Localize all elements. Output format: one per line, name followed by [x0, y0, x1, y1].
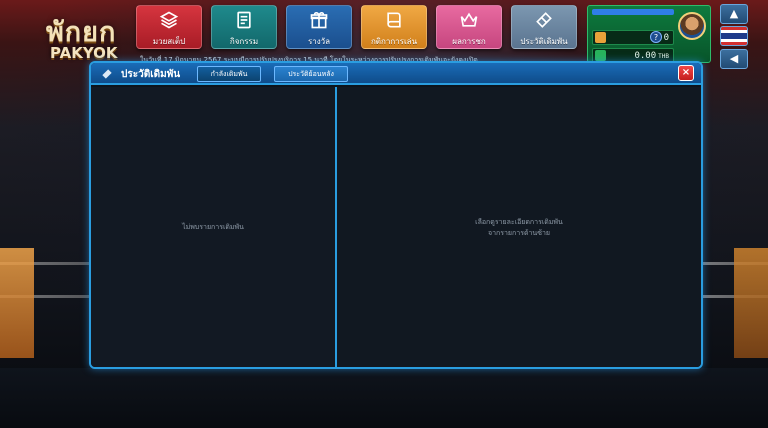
detail-placeholder-line: เลือกดูรายละเอียดการเดิมพัน [475, 218, 563, 226]
currency-label: THB [658, 52, 669, 60]
speaker-icon[interactable]: ◀ [720, 49, 748, 69]
avatar[interactable] [678, 12, 706, 40]
nav-bet-history-button[interactable]: ประวัติเดิมพัน [511, 5, 577, 49]
nav-label: รางวัล [307, 37, 331, 46]
coin-icon [595, 32, 606, 43]
brand-logo[interactable]: พักยก PAKYOK [40, 6, 136, 64]
help-button[interactable]: ? [650, 31, 662, 43]
nav-rules-button[interactable]: กติกาการเล่น [361, 5, 427, 49]
credit-value: 0.00 THB [634, 50, 669, 61]
ring-post-right [734, 248, 768, 358]
nav-activities-button[interactable]: กิจกรรม [211, 5, 277, 49]
nav-label: กติกาการเล่น [370, 37, 418, 46]
user-name-bar [592, 9, 674, 15]
layers-icon [159, 11, 179, 29]
user-panel: 0 ? 0.00 THB [587, 5, 711, 63]
detail-placeholder: เลือกดูรายละเอียดการเดิมพัน จากรายการด้า… [337, 217, 701, 239]
ring-post-left [0, 248, 34, 358]
ticket-icon [102, 69, 112, 79]
empty-bets-message: ไม่พบรายการเดิมพัน [182, 223, 244, 231]
bet-history-modal: ประวัติเดิมพัน กำลังเดิมพัน ประวัติย้อนห… [89, 61, 703, 369]
ticket-icon [536, 12, 552, 28]
nav-label: ประวัติเดิมพัน [520, 37, 568, 46]
tab-past-history[interactable]: ประวัติย้อนหลัง [274, 66, 348, 82]
nav-label: มวยสเต็ป [152, 37, 186, 46]
ring-floor [0, 368, 768, 428]
book-icon [387, 12, 401, 28]
modal-header: ประวัติเดิมพัน กำลังเดิมพัน ประวัติย้อนห… [91, 63, 701, 85]
tab-current-bets[interactable]: กำลังเดิมพัน [197, 66, 261, 82]
coin-value: 0 [663, 32, 669, 43]
nav-step-boxing-button[interactable]: มวยสเต็ป [136, 5, 202, 49]
document-icon [237, 11, 251, 29]
detail-placeholder-line: จากรายการด้านซ้าย [487, 229, 551, 237]
refresh-icon[interactable] [595, 50, 606, 61]
bell-icon[interactable]: ▲ [720, 4, 748, 24]
logo-subtitle: PAKYOK [50, 44, 118, 62]
nav-label: กิจกรรม [229, 37, 259, 46]
bet-detail-pane: เลือกดูรายละเอียดการเดิมพัน จากรายการด้า… [337, 87, 701, 367]
thai-flag-icon[interactable] [720, 26, 748, 46]
modal-title: ประวัติเดิมพัน [121, 69, 181, 80]
bet-list-pane[interactable]: ไม่พบรายการเดิมพัน [91, 87, 335, 367]
gift-icon [310, 11, 328, 29]
close-button[interactable]: × [678, 65, 694, 81]
nav-fight-results-button[interactable]: ผลการชก [436, 5, 502, 49]
nav-rewards-button[interactable]: รางวัล [286, 5, 352, 49]
crown-icon [460, 12, 478, 27]
nav-label: ผลการชก [452, 37, 486, 46]
